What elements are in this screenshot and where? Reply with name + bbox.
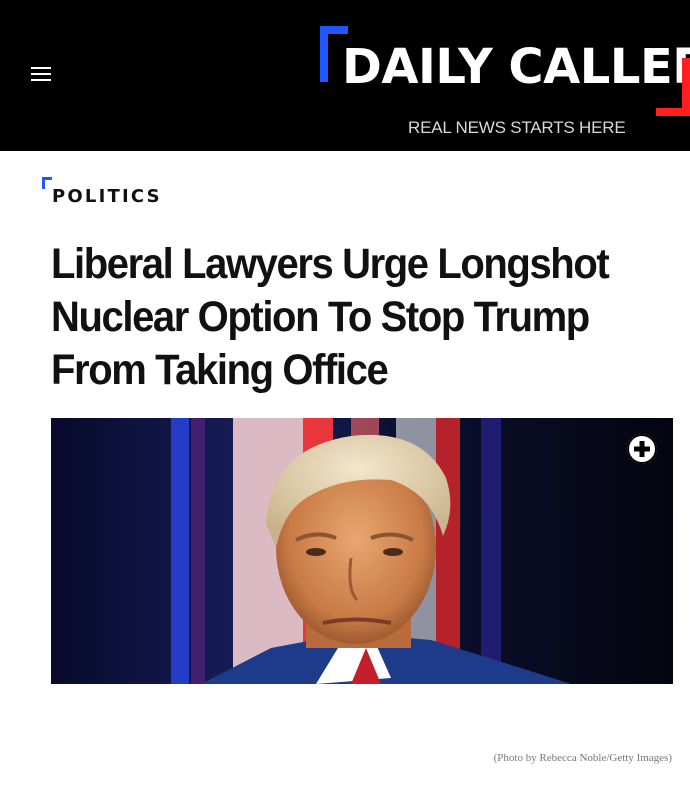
site-tagline: REAL NEWS STARTS HERE [408, 118, 626, 137]
category-bracket-icon [42, 177, 52, 189]
menu-line [31, 79, 51, 81]
logo-red-bracket [656, 58, 690, 116]
expand-image-button[interactable] [627, 434, 657, 464]
logo-text: DAILY CALLER [342, 39, 690, 95]
plus-circle-icon [627, 434, 657, 464]
menu-line [31, 73, 51, 75]
article-headline: Liberal Lawyers Urge Longshot Nuclear Op… [51, 240, 610, 394]
hero-image [51, 418, 673, 684]
hero-photo-illustration [51, 418, 673, 684]
site-header: DAILY CALLER REAL NEWS STARTS HERE [0, 0, 690, 151]
site-logo[interactable]: DAILY CALLER [320, 26, 690, 116]
hamburger-menu-button[interactable] [31, 66, 51, 82]
menu-line [31, 67, 51, 69]
category-link[interactable]: POLITICS [52, 186, 162, 207]
photo-credit: (Photo by Rebecca Noble/Getty Images) [493, 752, 672, 764]
